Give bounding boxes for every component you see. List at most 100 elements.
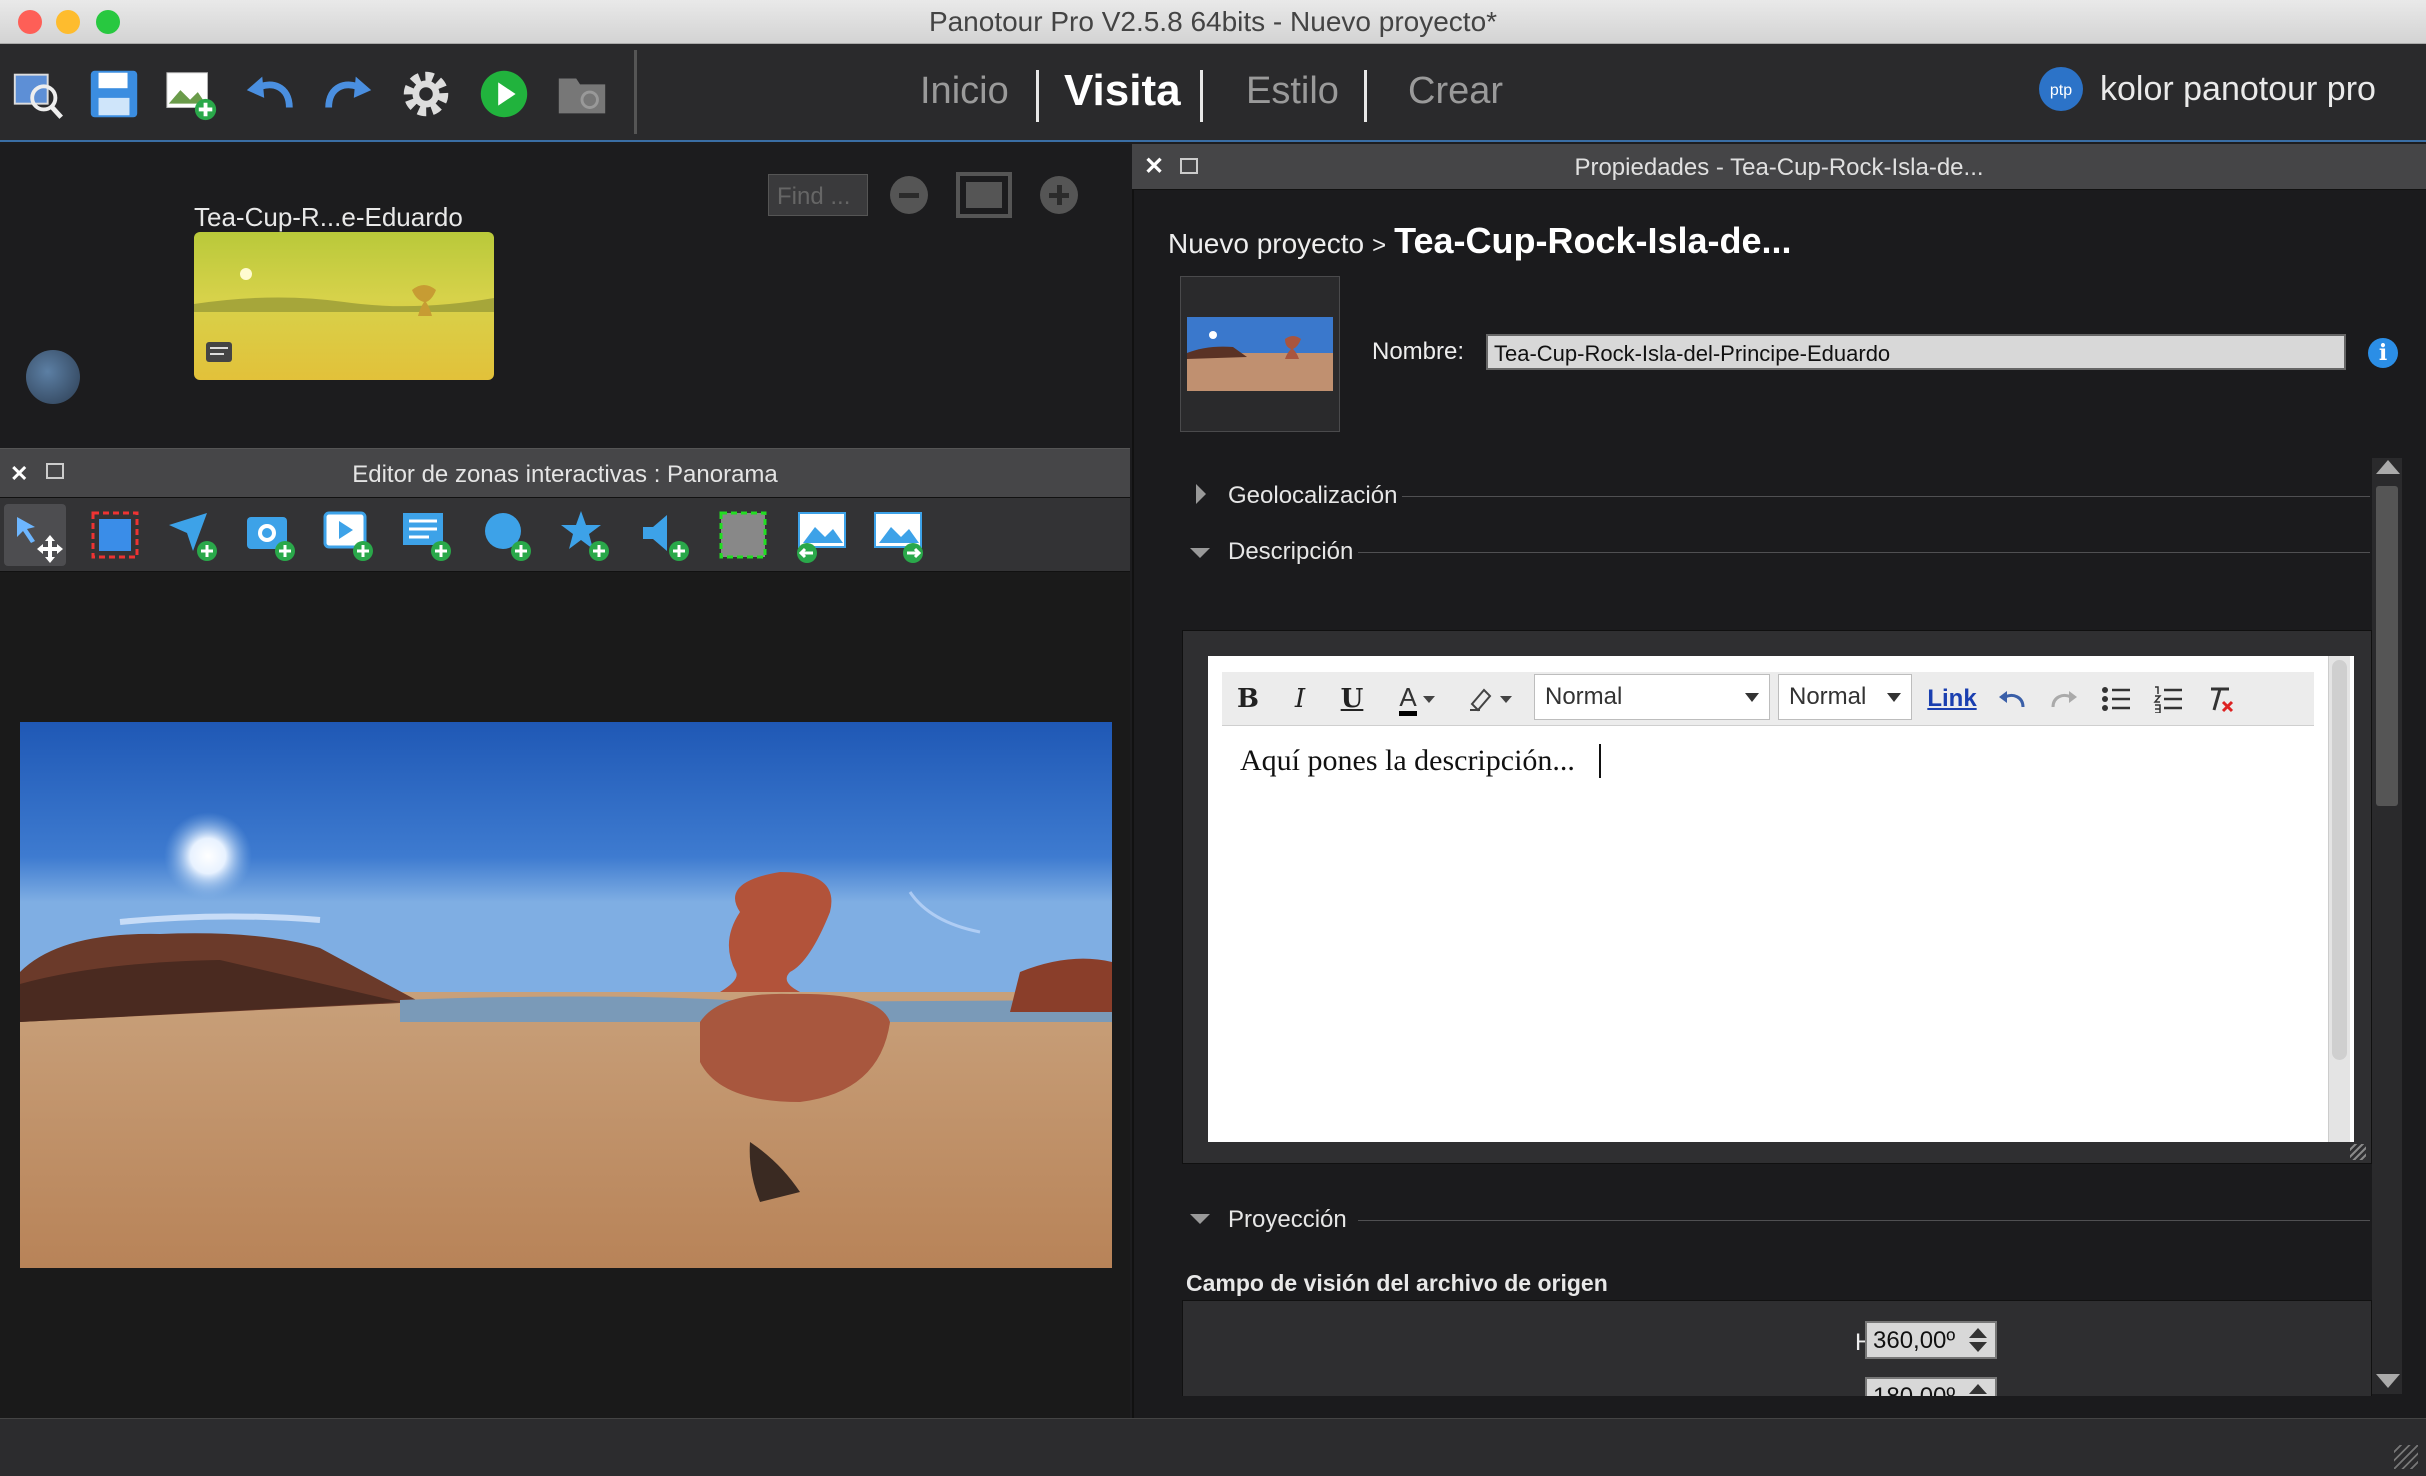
add-sound-icon[interactable] [634, 504, 696, 566]
text-color-button[interactable]: A [1390, 680, 1444, 718]
next-pano-icon[interactable] [868, 504, 930, 566]
add-polygon-icon[interactable] [712, 504, 774, 566]
zoom-in-icon[interactable] [1040, 176, 1078, 214]
save-icon[interactable] [84, 64, 144, 124]
scenes-panel: Find ... Tea-Cup-R...e-Eduardo [0, 144, 1130, 448]
scroll-thumb[interactable] [2376, 486, 2398, 806]
zoom-out-icon[interactable] [890, 176, 928, 214]
globe-icon[interactable] [26, 350, 80, 404]
font-size-value: Normal [1789, 683, 1867, 710]
title-bar: Panotour Pro V2.5.8 64bits - Nuevo proye… [0, 0, 2426, 44]
add-video-icon[interactable] [318, 504, 380, 566]
section-divider [1358, 1220, 2370, 1221]
tab-divider [1364, 70, 1367, 122]
status-bar [0, 1418, 2426, 1476]
numbered-list-icon[interactable] [2148, 680, 2188, 718]
chevron-right-icon[interactable] [1196, 484, 1206, 504]
highlight-button[interactable] [1462, 680, 1516, 718]
tab-inicio[interactable]: Inicio [920, 70, 1009, 113]
select-area-icon[interactable] [84, 504, 146, 566]
tab-estilo[interactable]: Estilo [1246, 70, 1339, 113]
svg-text:ptp: ptp [2050, 82, 2072, 99]
properties-title: Propiedades - Tea-Cup-Rock-Isla-de... [1574, 154, 1984, 181]
fit-view-icon[interactable] [956, 172, 1012, 218]
italic-button[interactable]: I [1282, 680, 1318, 718]
find-input[interactable]: Find ... [768, 174, 868, 216]
add-circle-icon[interactable] [476, 504, 538, 566]
section-geolocation[interactable]: Geolocalización [1228, 482, 1397, 510]
underline-button[interactable]: U [1334, 680, 1370, 718]
name-label: Nombre: [1372, 338, 1465, 365]
section-divider [1402, 496, 2370, 497]
editor-redo-icon[interactable] [2044, 680, 2084, 718]
text-color-icon: A [1399, 683, 1417, 716]
add-panorama-icon[interactable] [162, 64, 222, 124]
chevron-down-icon [1422, 695, 1435, 703]
tab-crear[interactable]: Crear [1408, 70, 1503, 113]
text-cursor [1599, 744, 1601, 778]
toolbar-divider [634, 50, 637, 134]
link-button[interactable]: Link [1922, 680, 1982, 718]
chevron-down-icon[interactable] [1190, 1214, 1210, 1224]
section-projection[interactable]: Proyección [1228, 1206, 1347, 1234]
zone-editor-title: Editor de zonas interactivas : Panorama [352, 461, 778, 488]
scroll-up-icon[interactable] [2376, 460, 2400, 474]
chevron-down-icon [1745, 693, 1759, 702]
breadcrumb-parent[interactable]: Nuevo proyecto [1168, 228, 1364, 260]
find-scene-icon[interactable] [8, 64, 68, 124]
play-icon[interactable] [474, 64, 534, 124]
scene-thumb-label: Tea-Cup-R...e-Eduardo [194, 202, 463, 232]
section-divider [1358, 552, 2370, 553]
breadcrumb: Nuevo proyecto > Tea-Cup-Rock-Isla-de... [1168, 220, 1792, 262]
panorama-image[interactable] [20, 722, 1112, 1268]
properties-scrollbar[interactable] [2372, 458, 2402, 1394]
resize-grip-icon[interactable] [2350, 1144, 2366, 1160]
tab-visita[interactable]: Visita [1064, 66, 1181, 116]
description-editor[interactable] [1208, 656, 2354, 1142]
section-description[interactable]: Descripción [1228, 538, 1353, 566]
add-star-icon[interactable] [554, 504, 616, 566]
paragraph-style-select[interactable]: Normal [1534, 674, 1770, 720]
browse-icon[interactable] [552, 64, 612, 124]
stepper-icon[interactable] [1967, 1326, 1989, 1354]
add-point-icon[interactable] [162, 504, 224, 566]
scroll-down-icon[interactable] [2376, 1374, 2400, 1388]
move-icon[interactable] [4, 504, 66, 566]
panorama-canvas[interactable] [0, 572, 1130, 1418]
scene-thumbnail[interactable] [194, 232, 494, 380]
paragraph-style-value: Normal [1545, 683, 1623, 710]
redo-icon[interactable] [318, 64, 378, 124]
settings-icon[interactable] [396, 64, 456, 124]
font-size-select[interactable]: Normal [1778, 674, 1912, 720]
window-resize-grip-icon[interactable] [2394, 1445, 2418, 1469]
highlighter-icon [1470, 688, 1492, 712]
name-field[interactable]: Tea-Cup-Rock-Isla-del-Principe-Eduardo [1486, 334, 2346, 370]
undo-icon[interactable] [240, 64, 300, 124]
add-text-icon[interactable] [396, 504, 458, 566]
description-text[interactable]: Aquí pones la descripción... [1240, 744, 1575, 778]
window-title: Panotour Pro V2.5.8 64bits - Nuevo proye… [928, 6, 1498, 37]
ptp-logo-icon: ptp [2039, 67, 2083, 111]
scene-preview[interactable] [1180, 276, 1340, 432]
previous-pano-icon[interactable] [790, 504, 852, 566]
clear-format-icon[interactable] [2200, 680, 2240, 718]
chevron-down-icon[interactable] [1190, 548, 1210, 558]
tab-divider [1200, 70, 1203, 122]
bold-button[interactable]: B [1230, 680, 1266, 718]
horizontal-fov-value: 360,00º [1873, 1327, 1956, 1354]
editor-scrollbar[interactable] [2328, 656, 2350, 1142]
horizontal-fov-input[interactable]: 360,00º [1865, 1321, 1997, 1359]
add-photo-icon[interactable] [240, 504, 302, 566]
info-icon[interactable]: i [2368, 338, 2398, 368]
bullet-list-icon[interactable] [2096, 680, 2136, 718]
editor-undo-icon[interactable] [1992, 680, 2032, 718]
breadcrumb-separator: > [1372, 232, 1387, 259]
chevron-down-icon [1500, 695, 1512, 703]
breadcrumb-current: Tea-Cup-Rock-Isla-de... [1394, 220, 1792, 261]
main-toolbar: Inicio Visita Estilo Crear ptp kolor pan… [0, 44, 2426, 142]
zone-editor-toolbar [0, 498, 1130, 572]
zone-editor-header: ✕ Editor de zonas interactivas : Panoram… [0, 448, 1130, 498]
brand-logo: ptp kolor panotour pro [2036, 64, 2376, 114]
fov-heading: Campo de visión del archivo de origen [1186, 1270, 1608, 1296]
chevron-down-icon [1887, 693, 1901, 702]
